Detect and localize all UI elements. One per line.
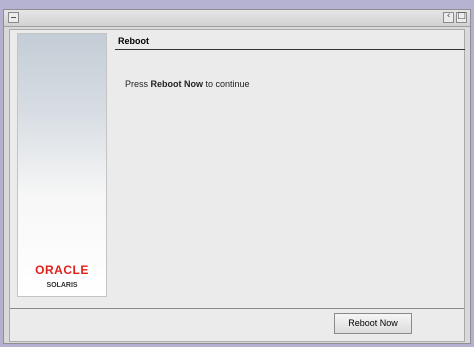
oracle-logo: ORACLE [35, 263, 89, 277]
solaris-logo-text: SOLARIS [46, 282, 78, 289]
title-bar: ‹ □ [4, 10, 470, 27]
minimize-button[interactable]: ‹ [443, 11, 454, 23]
desktop-top-strip [0, 0, 474, 9]
message-prefix: Press [125, 79, 151, 89]
reboot-now-button[interactable]: Reboot Now [334, 313, 412, 334]
window-menu-button[interactable] [8, 12, 19, 23]
message-suffix: to continue [203, 79, 250, 89]
content-panel: ORACLE SOLARIS Reboot Press Reboot Now t… [9, 29, 465, 342]
installer-window: ‹ □ ORACLE SOLARIS Reboot Press Reboot N… [3, 9, 471, 344]
maximize-button[interactable]: □ [456, 11, 467, 23]
instruction-message: Press Reboot Now to continue [125, 79, 250, 89]
branding-sidebar: ORACLE SOLARIS [17, 33, 107, 297]
heading-divider [115, 49, 465, 50]
square-icon: □ [457, 11, 466, 21]
footer-divider [10, 308, 464, 309]
page-title: Reboot [118, 36, 149, 46]
chevron-left-icon: ‹ [446, 11, 451, 21]
message-emphasis: Reboot Now [150, 79, 204, 89]
